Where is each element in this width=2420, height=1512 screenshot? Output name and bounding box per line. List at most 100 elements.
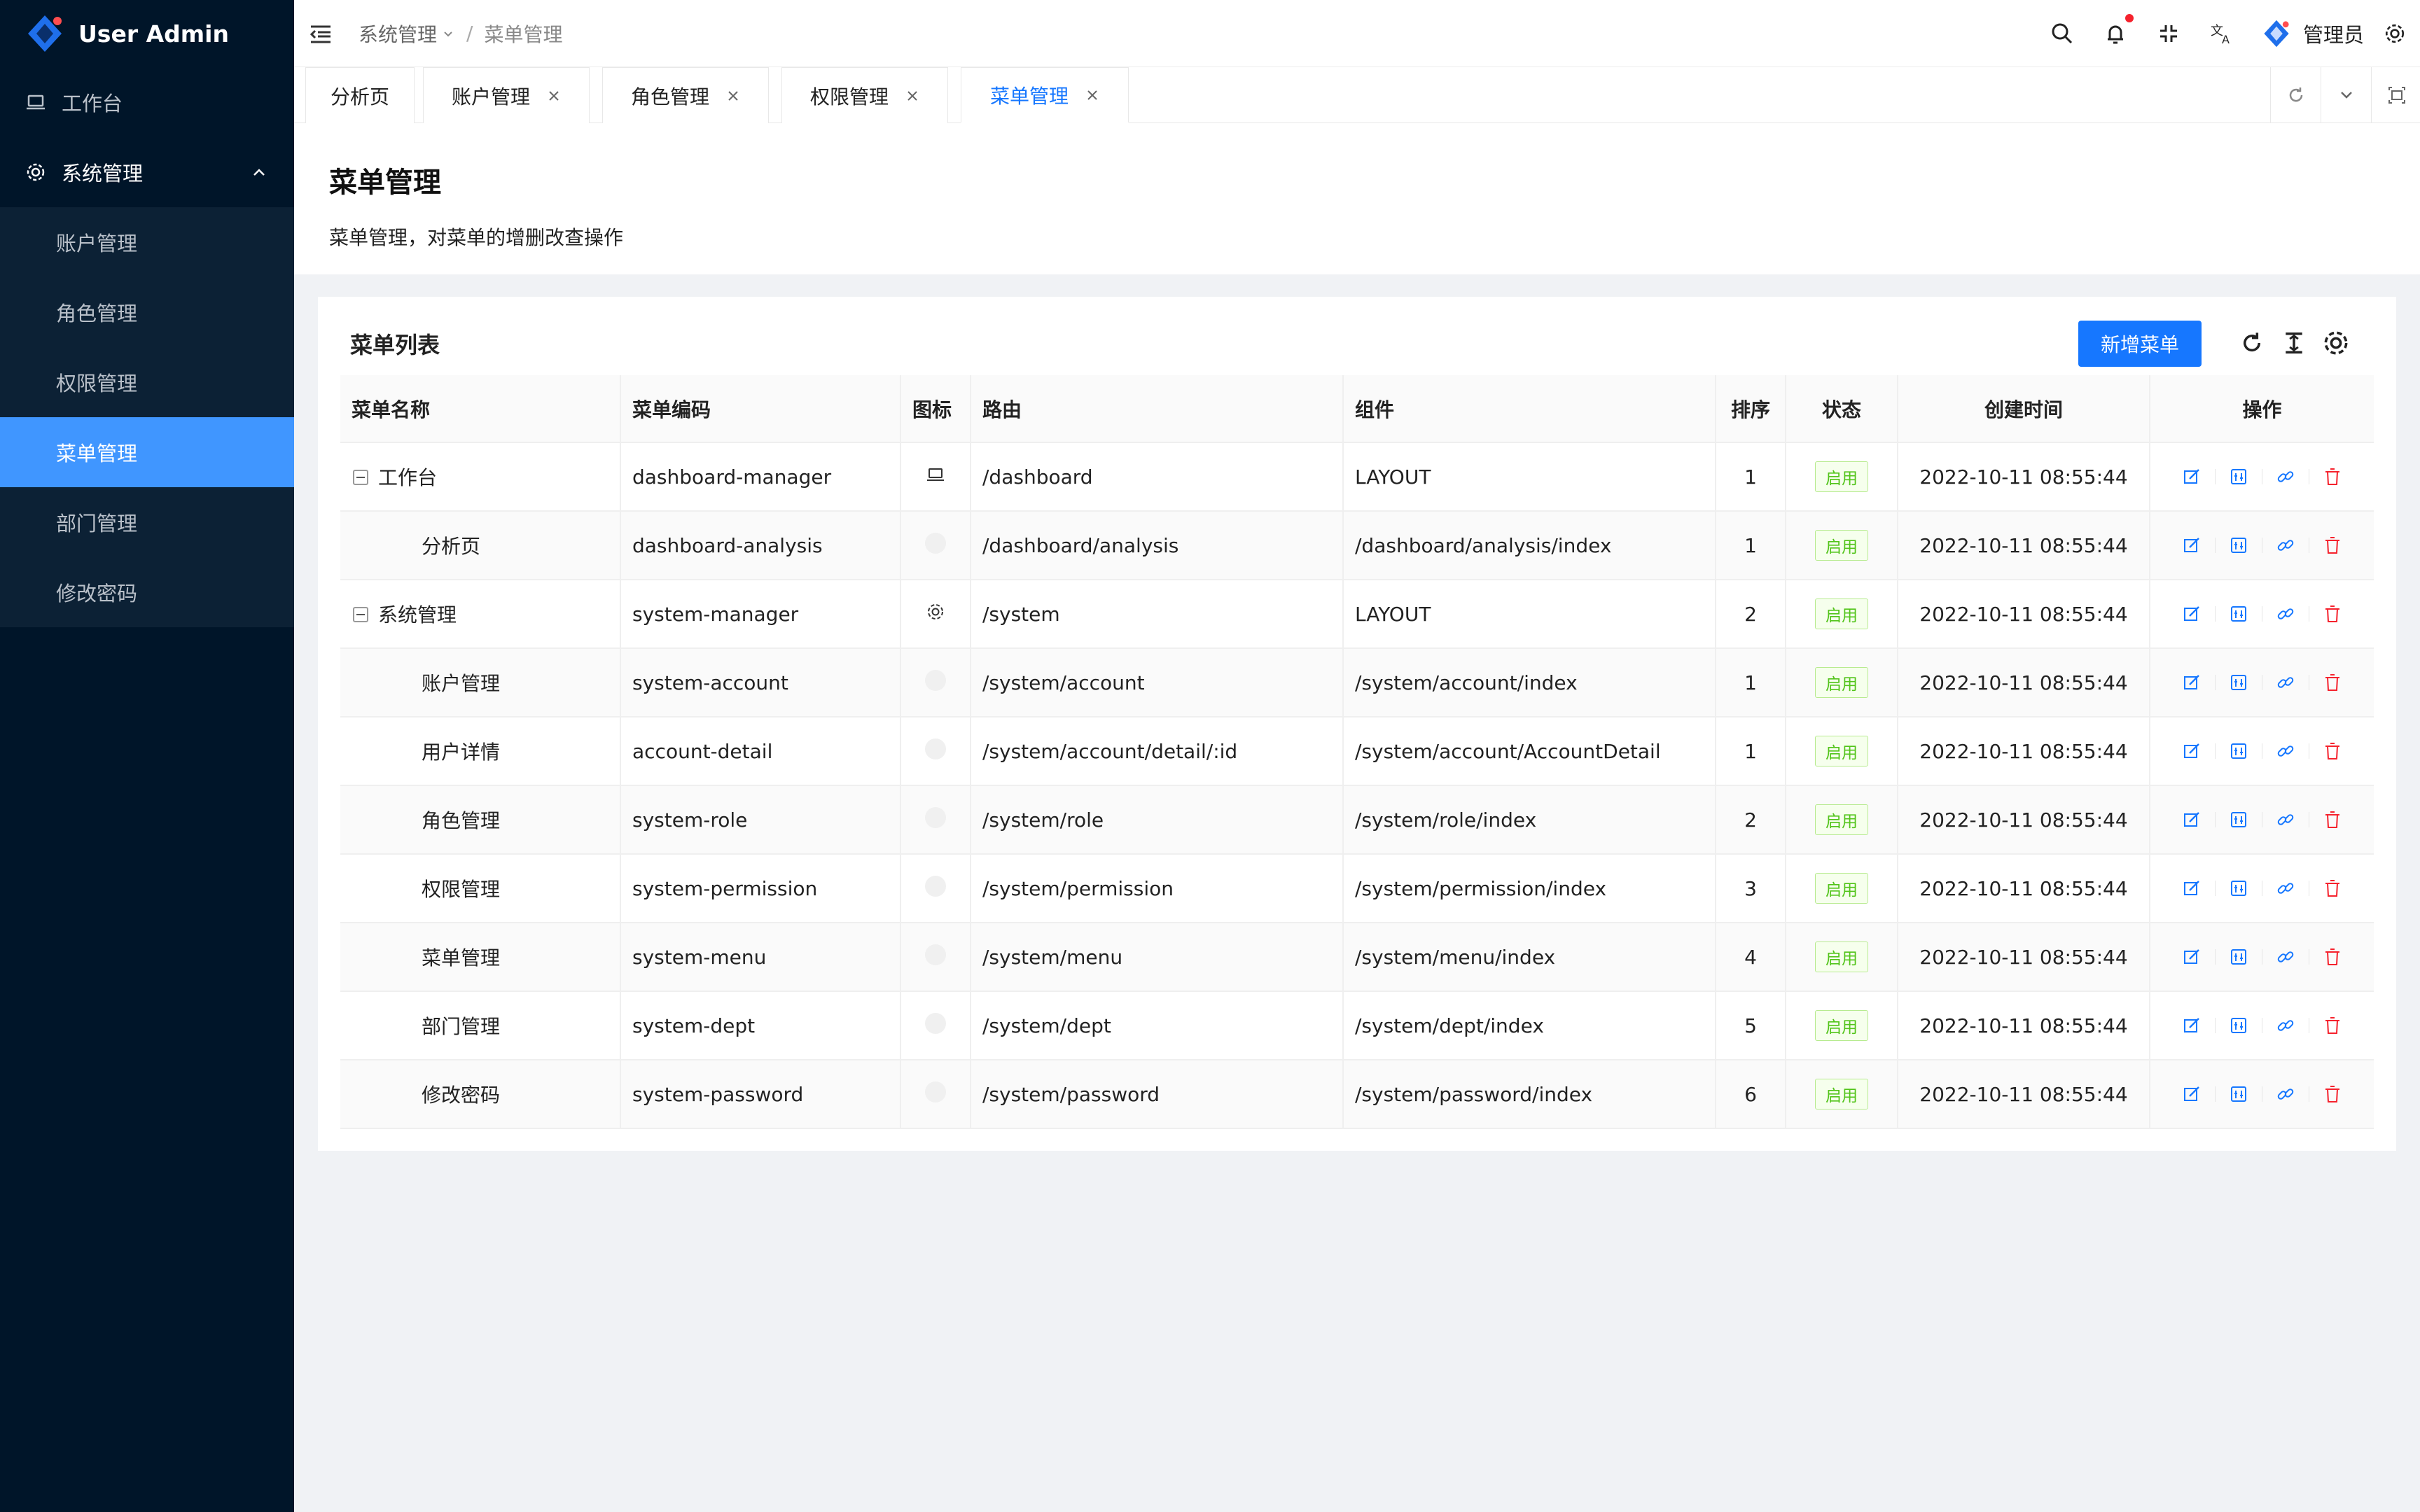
tab-permission[interactable]: 权限管理 (781, 67, 948, 123)
edit-icon[interactable] (2181, 466, 2202, 487)
chevron-down-icon[interactable] (441, 27, 455, 41)
menu-status-cell: 启用 (1786, 442, 1898, 512)
tab-menu[interactable]: 菜单管理 (961, 67, 1129, 123)
table-row[interactable]: 权限管理 system-permission /system/permissio… (340, 854, 2374, 923)
add-child-icon[interactable] (2228, 466, 2249, 487)
add-child-icon[interactable] (2228, 946, 2249, 967)
link-icon[interactable] (2275, 741, 2296, 762)
menu-order: 3 (1716, 854, 1786, 923)
delete-icon[interactable] (2322, 603, 2343, 624)
sidebar-item-menu[interactable]: 菜单管理 (0, 417, 294, 487)
link-icon[interactable] (2275, 809, 2296, 830)
sidebar-item-dept[interactable]: 部门管理 (0, 487, 294, 557)
sidebar-item-account[interactable]: 账户管理 (0, 207, 294, 277)
reload-icon[interactable] (2237, 328, 2267, 358)
edit-icon[interactable] (2181, 1015, 2202, 1036)
add-child-icon[interactable] (2228, 809, 2249, 830)
collapse-toggle[interactable] (353, 470, 368, 485)
add-child-icon[interactable] (2228, 878, 2249, 899)
delete-icon[interactable] (2322, 1084, 2343, 1105)
sidebar-item-role[interactable]: 角色管理 (0, 277, 294, 347)
close-icon[interactable] (905, 89, 919, 103)
delete-icon[interactable] (2322, 672, 2343, 693)
tab-bar: 分析页 账户管理 角色管理 权限管理 菜单管理 (294, 67, 2420, 123)
menu-order: 1 (1716, 511, 1786, 580)
divider (2215, 881, 2216, 896)
link-icon[interactable] (2275, 878, 2296, 899)
delete-icon[interactable] (2322, 878, 2343, 899)
close-icon[interactable] (547, 89, 561, 103)
delete-icon[interactable] (2322, 741, 2343, 762)
breadcrumb-item[interactable]: 系统管理 (359, 20, 437, 48)
collapse-toggle[interactable] (353, 607, 368, 622)
tab-refresh-button[interactable] (2270, 67, 2321, 123)
add-menu-button[interactable]: 新增菜单 (2078, 321, 2202, 367)
settings-icon[interactable] (2321, 328, 2351, 358)
table-row[interactable]: 系统管理 system-manager /system LAYOUT 2 启用 … (340, 580, 2374, 649)
table-header-row: 菜单名称 菜单编码 图标 路由 组件 排序 状态 创建时间 操作 (340, 375, 2374, 443)
sidebar-item-password[interactable]: 修改密码 (0, 557, 294, 627)
table-row[interactable]: 分析页 dashboard-analysis /dashboard/analys… (340, 511, 2374, 580)
table-row[interactable]: 角色管理 system-role /system/role /system/ro… (340, 785, 2374, 855)
link-icon[interactable] (2275, 1015, 2296, 1036)
link-icon[interactable] (2275, 1084, 2296, 1105)
table-row[interactable]: 修改密码 system-password /system/password /s… (340, 1060, 2374, 1129)
edit-icon[interactable] (2181, 741, 2202, 762)
add-child-icon[interactable] (2228, 603, 2249, 624)
add-child-icon[interactable] (2228, 672, 2249, 693)
delete-icon[interactable] (2322, 535, 2343, 556)
table-row[interactable]: 工作台 dashboard-manager /dashboard LAYOUT … (340, 442, 2374, 512)
table-row[interactable]: 菜单管理 system-menu /system/menu /system/me… (340, 923, 2374, 992)
table-body: 工作台 dashboard-manager /dashboard LAYOUT … (340, 442, 2374, 1129)
delete-icon[interactable] (2322, 1015, 2343, 1036)
link-icon[interactable] (2275, 946, 2296, 967)
sidebar-item-system[interactable]: 系统管理 (0, 137, 294, 207)
page-title: 菜单管理 (329, 167, 441, 199)
laptop-icon (925, 464, 946, 485)
add-child-icon[interactable] (2228, 1015, 2249, 1036)
tab-role[interactable]: 角色管理 (602, 67, 769, 123)
link-icon[interactable] (2275, 603, 2296, 624)
menu-code: system-dept (620, 991, 901, 1060)
delete-icon[interactable] (2322, 946, 2343, 967)
link-icon[interactable] (2275, 672, 2296, 693)
table-row[interactable]: 账户管理 system-account /system/account /sys… (340, 648, 2374, 718)
bell-icon[interactable] (2101, 14, 2134, 48)
table-row[interactable]: 用户详情 account-detail /system/account/deta… (340, 717, 2374, 786)
edit-icon[interactable] (2181, 809, 2202, 830)
link-icon[interactable] (2275, 535, 2296, 556)
menu-table: 菜单名称 菜单编码 图标 路由 组件 排序 状态 创建时间 操作 工作台 das… (340, 375, 2374, 1129)
close-icon[interactable] (726, 89, 740, 103)
edit-icon[interactable] (2181, 1084, 2202, 1105)
delete-icon[interactable] (2322, 809, 2343, 830)
add-child-icon[interactable] (2228, 741, 2249, 762)
sidebar-item-workbench[interactable]: 工作台 (0, 67, 294, 137)
tab-dropdown-button[interactable] (2321, 67, 2371, 123)
add-child-icon[interactable] (2228, 535, 2249, 556)
logo[interactable]: User Admin (0, 0, 294, 67)
edit-icon[interactable] (2181, 878, 2202, 899)
status-badge: 启用 (1815, 804, 1868, 835)
tab-maximize-button[interactable] (2371, 67, 2420, 123)
top-header: 系统管理 / 菜单管理 文A 管理员 (294, 0, 2420, 67)
tab-account[interactable]: 账户管理 (423, 67, 590, 123)
close-icon[interactable] (1085, 88, 1099, 102)
column-height-icon[interactable] (2279, 328, 2309, 358)
edit-icon[interactable] (2181, 535, 2202, 556)
avatar[interactable] (2261, 18, 2292, 49)
edit-icon[interactable] (2181, 603, 2202, 624)
add-child-icon[interactable] (2228, 1084, 2249, 1105)
menu-fold-icon[interactable] (308, 21, 333, 46)
sidebar-item-permission[interactable]: 权限管理 (0, 347, 294, 417)
table-row[interactable]: 部门管理 system-dept /system/dept /system/de… (340, 991, 2374, 1060)
settings-icon[interactable] (2384, 22, 2406, 45)
search-icon[interactable] (2048, 20, 2076, 48)
link-icon[interactable] (2275, 466, 2296, 487)
edit-icon[interactable] (2181, 946, 2202, 967)
fullscreen-exit-icon[interactable] (2155, 20, 2183, 48)
delete-icon[interactable] (2322, 466, 2343, 487)
tab-analysis[interactable]: 分析页 (305, 67, 415, 123)
user-name[interactable]: 管理员 (2303, 19, 2364, 48)
translate-icon[interactable]: 文A (2208, 20, 2236, 48)
edit-icon[interactable] (2181, 672, 2202, 693)
